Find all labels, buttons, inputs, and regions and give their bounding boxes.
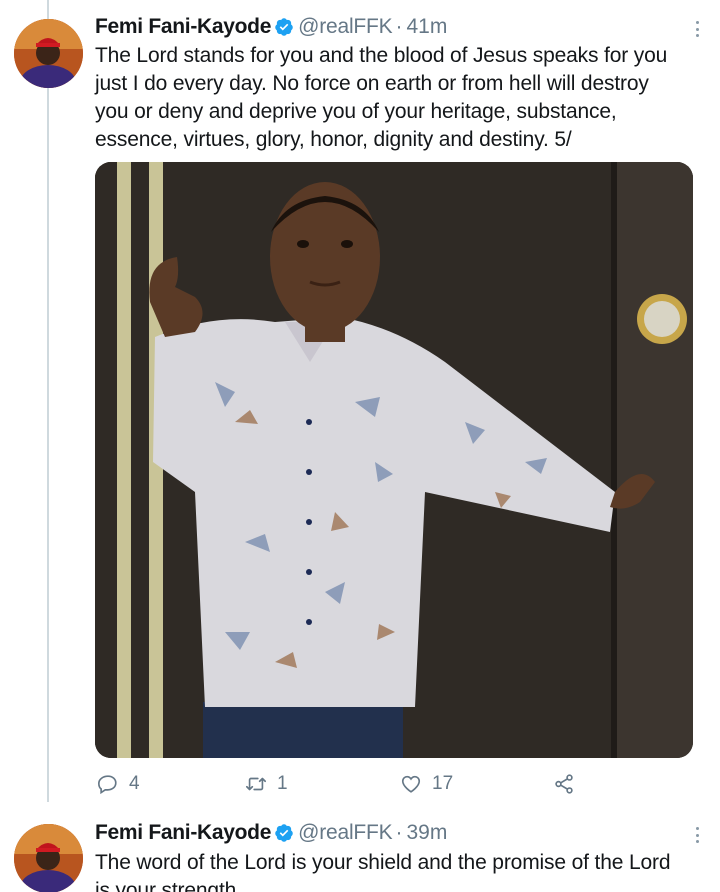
avatar[interactable] [14,824,83,892]
reply-count: 4 [129,773,140,794]
retweet-button[interactable]: 1 [245,770,288,798]
more-vertical-icon[interactable] [690,18,704,40]
tweet[interactable]: Femi Fani-Kayode @realFFK · 41m The Lord… [0,0,720,812]
reply-icon [98,775,117,795]
tweet-header: Femi Fani-Kayode @realFFK · 39m [95,818,447,848]
timestamp[interactable]: 39m [406,821,447,845]
avatar-image [14,19,83,88]
retweet-icon [246,777,266,791]
tweet-photo[interactable] [95,162,693,758]
author-name[interactable]: Femi Fani-Kayode [95,821,271,845]
tweet-actions: 4 1 17 [95,770,693,798]
author-handle[interactable]: @realFFK [298,15,393,39]
retweet-count: 1 [277,773,288,794]
photo-image [95,162,693,758]
tweet-text: The Lord stands for you and the blood of… [95,44,668,151]
avatar[interactable] [14,19,83,88]
tweet-header: Femi Fani-Kayode @realFFK · 41m [95,12,447,42]
separator-dot: · [395,821,403,844]
author-name[interactable]: Femi Fani-Kayode [95,15,271,39]
share-icon [555,774,573,794]
verified-badge-icon [274,17,294,37]
timestamp[interactable]: 41m [406,15,447,39]
share-button[interactable] [553,770,575,798]
verified-badge-icon [274,823,294,843]
avatar-image [14,824,83,892]
author-handle[interactable]: @realFFK [298,821,393,845]
more-vertical-icon[interactable] [690,824,704,846]
reply-button[interactable]: 4 [97,770,140,798]
like-button[interactable]: 17 [400,770,453,798]
tweet-text: The word of the Lord is your shield and … [95,851,671,892]
tweet[interactable]: Femi Fani-Kayode @realFFK · 39m The word… [0,812,720,892]
heart-icon [401,775,421,793]
like-count: 17 [432,773,454,794]
separator-dot: · [395,15,403,38]
